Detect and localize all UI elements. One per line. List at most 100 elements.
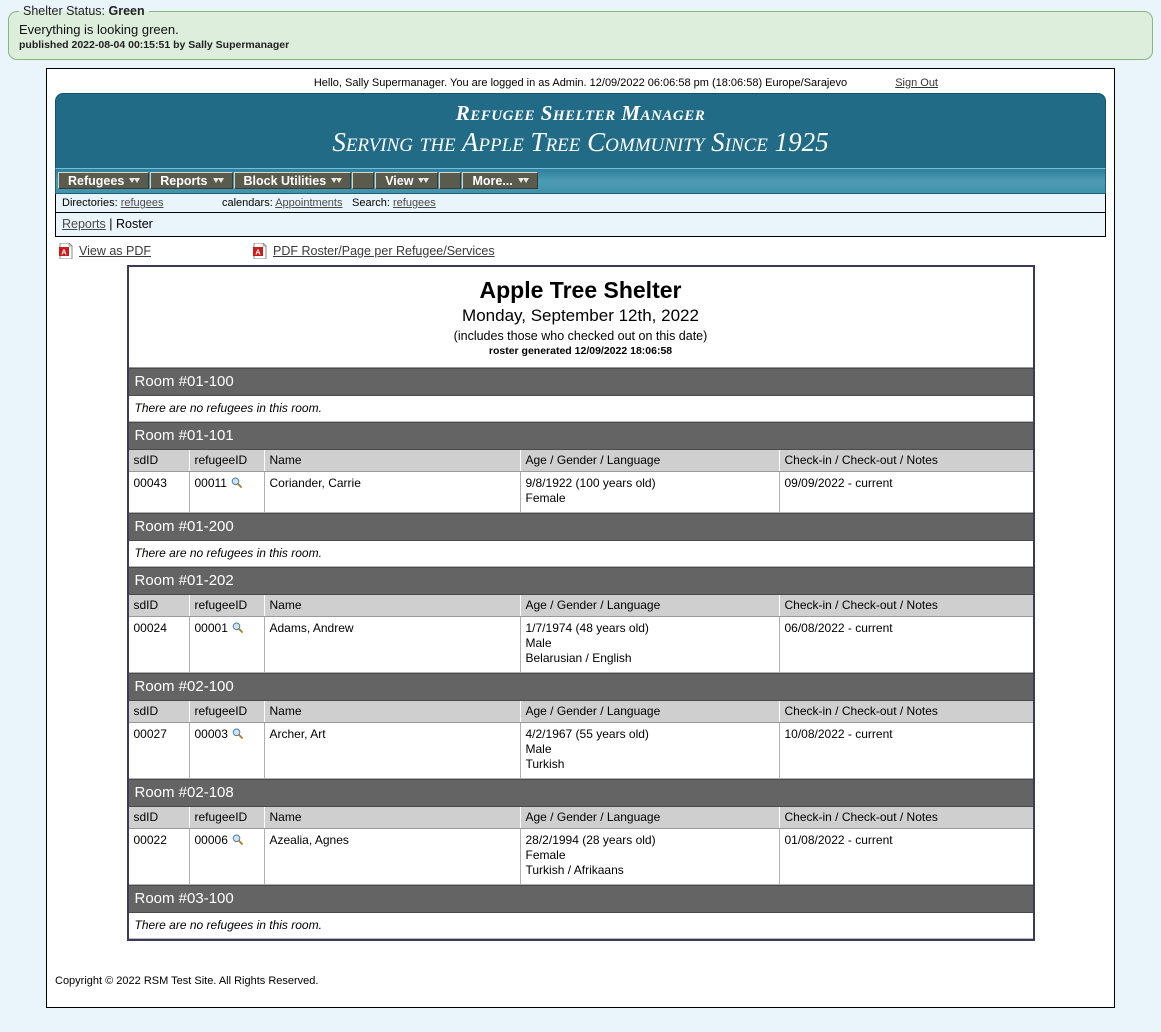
column-header: Age / Gender / Language: [520, 806, 780, 829]
room-occupants-table: sdID refugeeID Name Age / Gender / Language…: [128, 806, 1033, 885]
cell-sdid: 00024: [128, 616, 190, 673]
column-header: Name: [264, 594, 521, 617]
roster-title: Apple Tree Shelter: [479, 277, 682, 304]
cell-name: Coriander, Carrie: [264, 471, 521, 513]
rooms-container: Room #01-100 There are no refugees in thi…: [128, 367, 1033, 939]
shelter-status-message: Everything is looking green.: [19, 22, 179, 37]
cell-sdid: 00043: [128, 471, 190, 513]
login-status-bar: Hello, Sally Supermanager. You are logge…: [55, 75, 1106, 93]
column-header: Check-in / Check-out / Notes: [779, 700, 1033, 723]
room-header: Room #01-200: [128, 512, 1033, 541]
room-occupants-table: sdID refugeeID Name Age / Gender / Language…: [128, 700, 1033, 779]
pdf-icon: A: [59, 242, 73, 260]
cell-checkin-checkout-notes: 10/08/2022 - current: [779, 722, 1033, 779]
pdf-links-row: A View as PDF A PDF Roster/Page per Refu…: [59, 242, 1106, 260]
cell-refugeeid: 00006: [189, 828, 265, 885]
view-refugee-icon[interactable]: [232, 728, 243, 739]
breadcrumb-parent-reports[interactable]: Reports: [62, 217, 106, 231]
chevron-down-icon: [331, 177, 343, 185]
cell-age-gender-language: 4/2/1967 (55 years old) Male Turkish: [520, 722, 780, 779]
calendars-label: calendars:: [222, 197, 273, 210]
calendars-appointments-link[interactable]: Appointments: [275, 197, 342, 209]
shelter-status-region: Shelter Status: Green Everything is look…: [0, 0, 1161, 60]
directories-refugees-link[interactable]: refugees: [121, 197, 164, 209]
roster-note: (includes those who checked out on this …: [453, 328, 708, 343]
menu-item-more-label: More...: [472, 173, 513, 188]
menu-item-view[interactable]: View: [375, 172, 439, 190]
cell-checkin-checkout-notes: 06/08/2022 - current: [779, 616, 1033, 673]
quick-links-bar: Directories: refugees calendars: Appoint…: [55, 194, 1106, 214]
pdf-icon: A: [253, 242, 267, 260]
roster-report: Apple Tree Shelter Monday, September 12t…: [126, 265, 1035, 941]
cell-refugeeid: 00001: [189, 616, 265, 673]
menu-item-reports-label: Reports: [160, 173, 208, 188]
calendars-group: calendars: Appointments: [222, 197, 352, 209]
app-window: Hello, Sally Supermanager. You are logge…: [46, 68, 1115, 1008]
cell-checkin-checkout-notes: 01/08/2022 - current: [779, 828, 1033, 885]
room-header: Room #01-101: [128, 421, 1033, 450]
chevron-down-icon: [129, 177, 141, 185]
pdf-roster-per-refugee-link[interactable]: A PDF Roster/Page per Refugee/Services: [253, 242, 495, 260]
chevron-down-icon: [212, 177, 224, 185]
column-header: Age / Gender / Language: [520, 449, 780, 472]
column-header: Check-in / Check-out / Notes: [779, 806, 1033, 829]
roster-generated: roster generated 12/09/2022 18:06:58: [488, 344, 673, 357]
view-refugee-icon[interactable]: [232, 622, 243, 633]
menu-item-reports[interactable]: Reports: [150, 172, 233, 190]
room-empty-message: There are no refugees in this room.: [128, 912, 1033, 939]
table-row: 00022 00006 Azealia, Agnes 28/2/1994 (28 ye…: [128, 828, 1033, 885]
column-header: Name: [264, 806, 521, 829]
cell-age-gender-language: 1/7/1974 (48 years old) Male Belarusian / …: [520, 616, 780, 673]
column-header: Age / Gender / Language: [520, 700, 780, 723]
room-header: Room #03-100: [128, 884, 1033, 913]
menu-item-more[interactable]: More...: [462, 172, 538, 190]
cell-name: Adams, Andrew: [264, 616, 521, 673]
column-header: sdID: [128, 594, 190, 617]
banner-subtitle: Serving the Apple Tree Community Since 1…: [332, 127, 829, 158]
cell-refugeeid: 00003: [189, 722, 265, 779]
column-header: refugeeID: [189, 700, 265, 723]
svg-text:A: A: [61, 248, 67, 257]
search-refugees-link[interactable]: refugees: [393, 197, 436, 209]
menu-item-refugees[interactable]: Refugees: [58, 172, 150, 190]
cell-name: Archer, Art: [264, 722, 521, 779]
search-group: Search: refugees: [352, 197, 436, 209]
view-refugee-icon[interactable]: [231, 477, 242, 488]
sign-out-link[interactable]: Sign Out: [895, 77, 938, 89]
shelter-status-value: Green: [108, 4, 145, 18]
room-occupants-table: sdID refugeeID Name Age / Gender / Language…: [128, 594, 1033, 673]
column-header: Check-in / Check-out / Notes: [779, 449, 1033, 472]
view-as-pdf-link[interactable]: A View as PDF: [59, 242, 253, 260]
breadcrumb-separator: |: [109, 217, 113, 232]
column-header: Name: [264, 700, 521, 723]
view-refugee-icon[interactable]: [232, 834, 243, 845]
room-occupants-table: sdID refugeeID Name Age / Gender / Language…: [128, 449, 1033, 513]
chevron-down-icon: [517, 177, 529, 185]
menu-item-refugees-label: Refugees: [68, 173, 125, 188]
table-row: 00027 00003 Archer, Art 4/2/1967 (55 years …: [128, 722, 1033, 779]
table-row: 00024 00001 Adams, Andrew 1/7/1974 (48 year…: [128, 616, 1033, 673]
menu-item-block-utilities[interactable]: Block Utilities: [233, 172, 352, 190]
cell-sdid: 00027: [128, 722, 190, 779]
shelter-status-published: published 2022-08-04 00:15:51 by Sally S…: [19, 38, 290, 51]
room-header: Room #02-108: [128, 778, 1033, 807]
site-banner: Refugee Shelter Manager Serving the Appl…: [55, 93, 1106, 169]
search-label: Search:: [352, 197, 390, 210]
shelter-status-legend: Shelter Status: Green: [19, 4, 149, 18]
column-header: sdID: [128, 449, 190, 472]
room-empty-message: There are no refugees in this room.: [128, 540, 1033, 567]
room-header: Room #01-202: [128, 566, 1033, 595]
column-header: refugeeID: [189, 806, 265, 829]
banner-title: Refugee Shelter Manager: [455, 101, 706, 125]
cell-refugeeid: 00011: [189, 471, 265, 513]
footer-copyright: Copyright © 2022 RSM Test Site. All Righ…: [55, 975, 319, 987]
column-header: refugeeID: [189, 449, 265, 472]
column-header: sdID: [128, 700, 190, 723]
svg-text:A: A: [255, 248, 261, 257]
main-menu-bar: Refugees Reports Block Utilities View Mo…: [55, 168, 1106, 195]
cell-checkin-checkout-notes: 09/09/2022 - current: [779, 471, 1033, 513]
chevron-down-icon: [418, 177, 430, 185]
room-header: Room #01-100: [128, 367, 1033, 396]
login-greeting: Hello, Sally Supermanager. You are logge…: [313, 77, 848, 89]
cell-age-gender-language: 9/8/1922 (100 years old) Female: [520, 471, 780, 513]
